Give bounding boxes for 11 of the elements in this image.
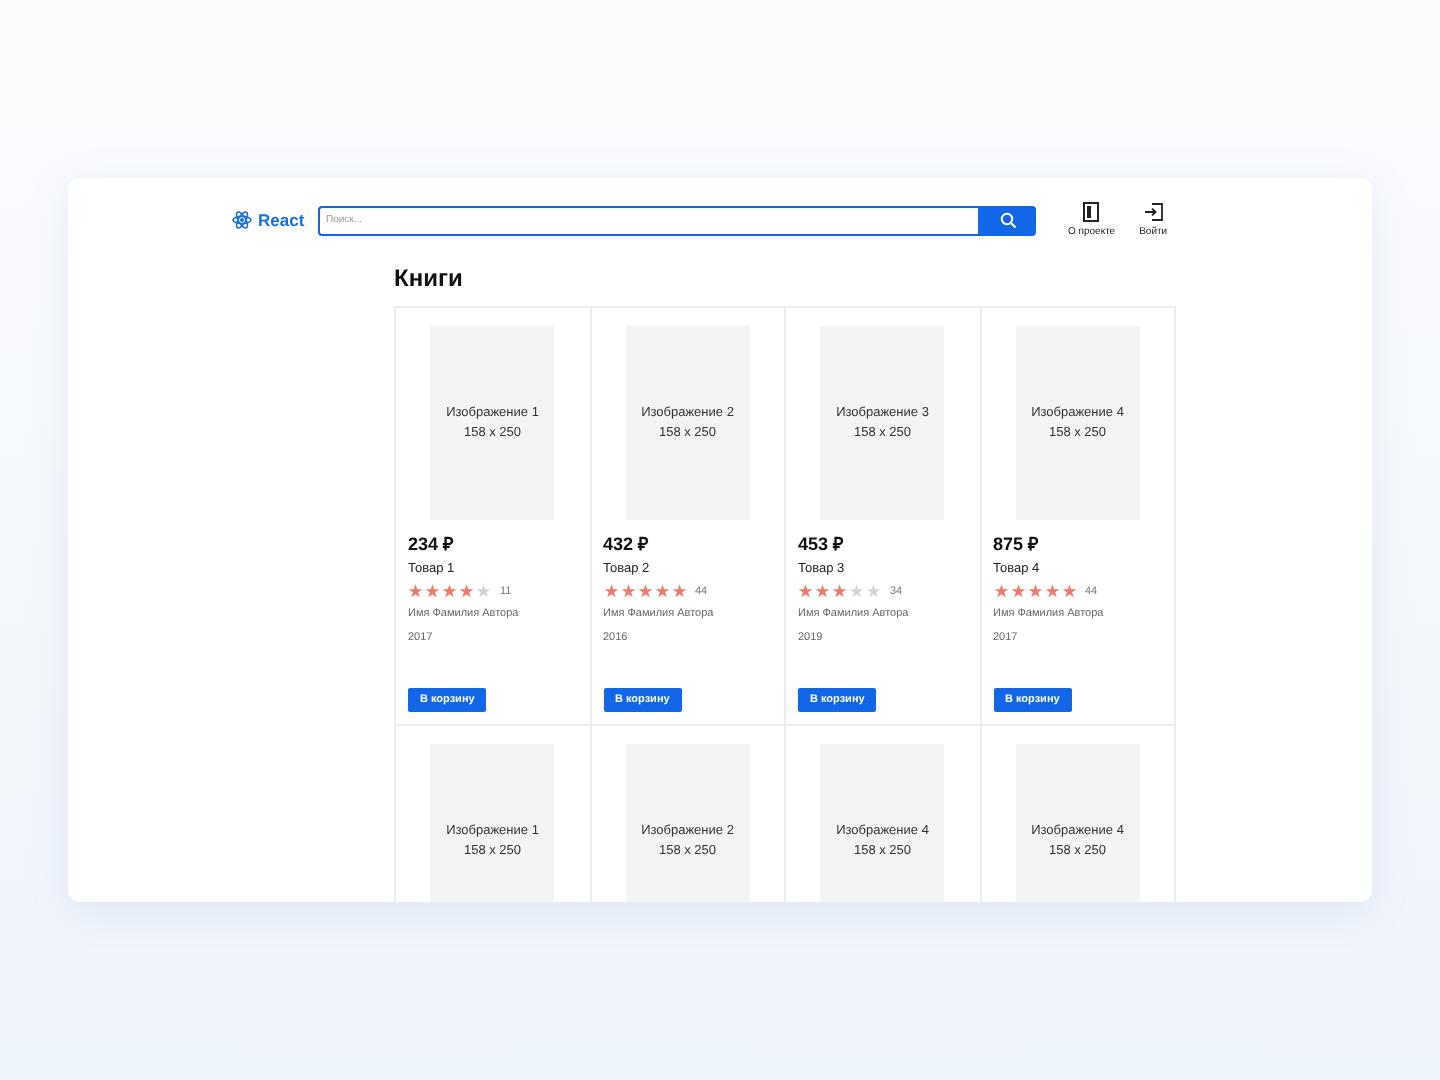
section-title: Книги bbox=[394, 264, 465, 292]
product-price: 875 ₽ bbox=[993, 532, 1041, 556]
product-price: 453 ₽ bbox=[798, 532, 846, 556]
search-icon bbox=[999, 212, 1015, 228]
product-price: 432 ₽ bbox=[603, 532, 651, 556]
login-icon bbox=[1143, 202, 1164, 222]
product-price: 234 ₽ bbox=[408, 532, 456, 556]
search-button[interactable] bbox=[978, 205, 1036, 235]
atom-logo-icon bbox=[232, 210, 252, 230]
logo-text[interactable]: React bbox=[258, 210, 305, 230]
book-icon bbox=[1081, 202, 1102, 222]
